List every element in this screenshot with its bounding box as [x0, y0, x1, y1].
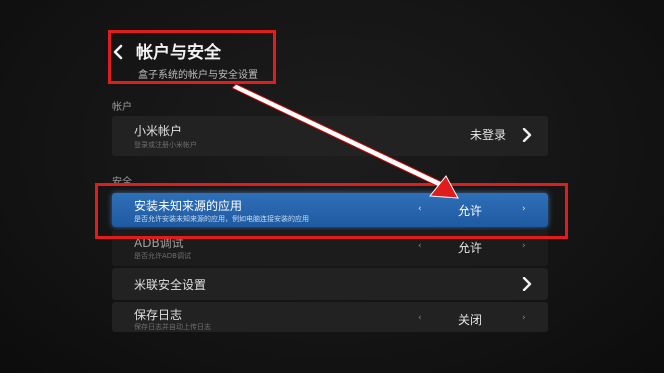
chevron-right-icon: [522, 277, 532, 291]
row-value: 未登录: [470, 128, 507, 142]
row-label: 小米帐户: [134, 124, 183, 138]
row-description: 登录或注册小米帐户: [134, 141, 197, 149]
row-description: 保存日志并自动上传日志: [134, 323, 211, 331]
row-label: 米联安全设置: [134, 278, 207, 292]
save-log-row[interactable]: 保存日志 保存日志并自动上传日志 ‹ 关闭 ›: [112, 302, 548, 332]
option-next-arrow[interactable]: ›: [522, 241, 526, 251]
annotation-box-row: [95, 183, 568, 239]
mi-account-row[interactable]: 小米帐户 登录或注册小米帐户 未登录: [112, 116, 548, 156]
row-description: 是否允许ADB调试: [134, 252, 191, 260]
option-prev-arrow[interactable]: ‹: [418, 313, 422, 323]
annotation-box-header: [108, 30, 276, 84]
option-prev-arrow[interactable]: ‹: [418, 241, 422, 251]
row-value: 允许: [458, 241, 483, 255]
row-value: 关闭: [458, 313, 483, 327]
option-next-arrow[interactable]: ›: [522, 313, 526, 323]
row-label: 保存日志: [134, 308, 183, 322]
chevron-right-icon: [522, 128, 532, 142]
milian-security-row[interactable]: 米联安全设置: [112, 268, 548, 300]
settings-screen: 帐户与安全 盒子系统的帐户与安全设置 帐户 小米帐户 登录或注册小米帐户 未登录…: [0, 0, 664, 373]
section-label-account: 帐户: [112, 102, 132, 113]
